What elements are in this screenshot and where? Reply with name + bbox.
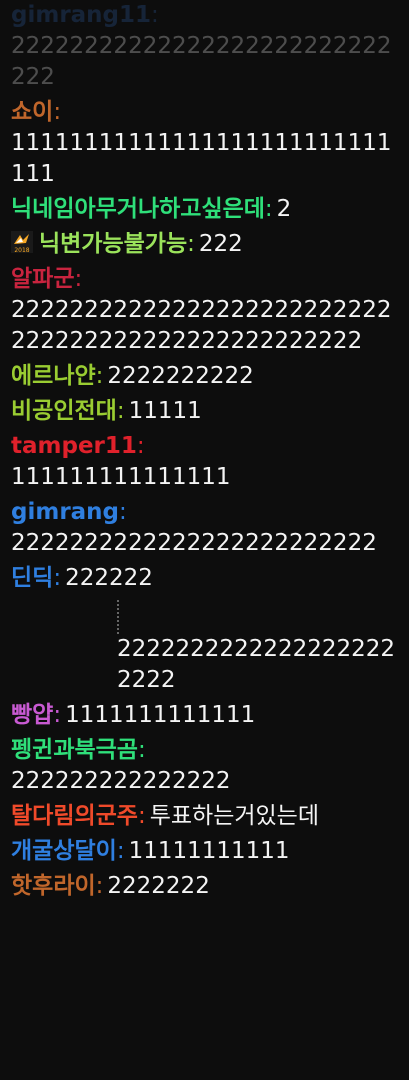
chat-nickname[interactable]: 개굴상달이 [11, 838, 117, 864]
chat-text: 2 [276, 196, 292, 222]
chat-separator: : [74, 266, 83, 292]
chat-text: 2222222222222222222222222222222222222222… [11, 297, 392, 354]
chat-panel[interactable]: gimrang11: 22222222222222222222222222222… [0, 0, 409, 1080]
chat-text: 투표하는거있는데 [149, 803, 319, 829]
chat-nickname[interactable]: 닉변가능불가능 [39, 231, 187, 257]
chat-message: 에르나얀: 2222222222 [11, 361, 397, 392]
chat-nickname[interactable]: 빵얍 [11, 702, 53, 728]
chat-text: 22222222222222222222222222222 [11, 33, 392, 90]
chat-text: 222222 [65, 565, 153, 591]
chat-message: tamper11: 111111111111111 [11, 431, 397, 493]
chat-text: 11111111111111111111111111111 [11, 130, 392, 187]
blank-spacer [11, 598, 397, 634]
chat-nickname[interactable]: 펭귄과북극곰 [11, 737, 138, 763]
chat-text: 11111111111 [128, 838, 290, 864]
chat-message: 22222222222222222222222 [11, 600, 397, 696]
chat-separator: : [137, 737, 146, 763]
chat-separator: : [119, 499, 127, 525]
chat-message: gimrang: 2222222222222222222222222 [11, 497, 397, 559]
chat-text: 22222222222222222222222 [117, 636, 396, 693]
badge-2018-icon: 2018 [11, 231, 33, 254]
chat-text: 111111111111111 [11, 464, 231, 490]
chat-separator: : [53, 565, 62, 591]
chat-message: 개굴상달이: 11111111111 [11, 836, 397, 867]
chat-text: 2222222222222222222222222 [11, 530, 377, 556]
chat-separator: : [151, 2, 159, 28]
chat-text: 222 [198, 231, 243, 257]
chat-nickname[interactable]: 딘딕 [11, 565, 53, 591]
chat-text: 222222222222222 [11, 768, 231, 794]
chat-nickname[interactable]: 닉네임아무거나하고싶은데 [11, 196, 265, 222]
chat-separator: : [95, 873, 104, 899]
chat-nickname[interactable]: gimrang11 [11, 2, 151, 28]
chat-separator: : [187, 231, 195, 257]
chat-text: 2222222222 [107, 363, 254, 389]
chat-separator: : [53, 702, 62, 728]
chat-message: 탈다림의군주: 투표하는거있는데 [11, 801, 397, 832]
chat-message: 핫후라이: 2222222 [11, 871, 397, 902]
chat-message: 펭귄과북극곰: 222222222222222 [11, 735, 397, 797]
chat-separator: : [137, 803, 146, 829]
chat-nickname[interactable]: 에르나얀 [11, 363, 96, 389]
chat-separator: : [116, 838, 125, 864]
chat-separator: : [264, 196, 273, 222]
chat-text: 11111 [128, 398, 202, 424]
chat-nickname[interactable]: 핫후라이 [11, 873, 96, 899]
chat-separator: : [53, 99, 62, 125]
chat-message: 쇼이: 11111111111111111111111111111 [11, 97, 397, 190]
chat-separator: : [136, 433, 145, 459]
chat-text: 1111111111111 [65, 702, 256, 728]
chat-message: 비공인전대: 11111 [11, 396, 397, 427]
chat-nickname[interactable]: 비공인전대 [11, 398, 117, 424]
chat-message: 빵얍: 1111111111111 [11, 700, 397, 731]
chat-nickname[interactable]: 쇼이 [11, 99, 53, 125]
chat-message: 2018 닉변가능불가능: 222 [11, 229, 397, 260]
chat-nickname[interactable]: 탈다림의군주 [11, 803, 138, 829]
chat-message: gimrang11: 22222222222222222222222222222 [11, 0, 397, 93]
chat-message: 닉네임아무거나하고싶은데: 2 [11, 194, 397, 225]
chat-nickname[interactable]: tamper11 [11, 433, 137, 459]
chat-separator: : [116, 398, 125, 424]
chat-message: 알파군: 22222222222222222222222222222222222… [11, 264, 397, 357]
chat-separator: : [95, 363, 104, 389]
chat-text: 2222222 [107, 873, 210, 899]
badge-year: 2018 [14, 247, 29, 253]
chat-nickname[interactable]: gimrang [11, 499, 119, 525]
chat-message: 딘딕: 222222 [11, 563, 397, 594]
chat-nickname[interactable]: 알파군 [11, 266, 74, 292]
